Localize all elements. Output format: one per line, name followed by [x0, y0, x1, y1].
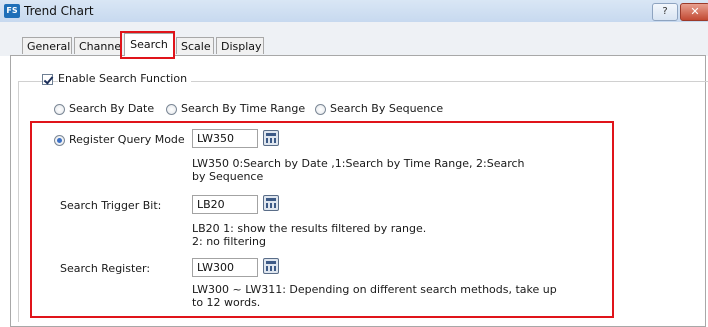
search-by-sequence-radio[interactable] [315, 104, 326, 115]
window-title: Trend Chart [24, 4, 94, 18]
search-tab-highlight [120, 31, 175, 59]
tab-channel[interactable]: Channe [74, 37, 122, 54]
title-bar: FS Trend Chart ? ✕ [0, 0, 708, 23]
settings-highlight-box [30, 121, 614, 318]
tab-scale[interactable]: Scale [176, 37, 214, 54]
search-by-date-radio[interactable] [54, 104, 65, 115]
enable-search-label[interactable]: Enable Search Function [58, 72, 192, 85]
close-button[interactable]: ✕ [680, 3, 708, 21]
enable-search-checkbox[interactable] [42, 74, 53, 85]
tab-strip: General Channe Search Scale Display [0, 22, 708, 56]
search-by-date-label[interactable]: Search By Date [69, 102, 154, 115]
help-button[interactable]: ? [652, 3, 678, 21]
tab-display[interactable]: Display [216, 37, 264, 54]
search-by-time-range-label[interactable]: Search By Time Range [181, 102, 305, 115]
search-by-time-range-radio[interactable] [166, 104, 177, 115]
app-icon: FS [4, 4, 20, 18]
search-by-sequence-label[interactable]: Search By Sequence [330, 102, 443, 115]
tab-general[interactable]: General [22, 37, 72, 54]
